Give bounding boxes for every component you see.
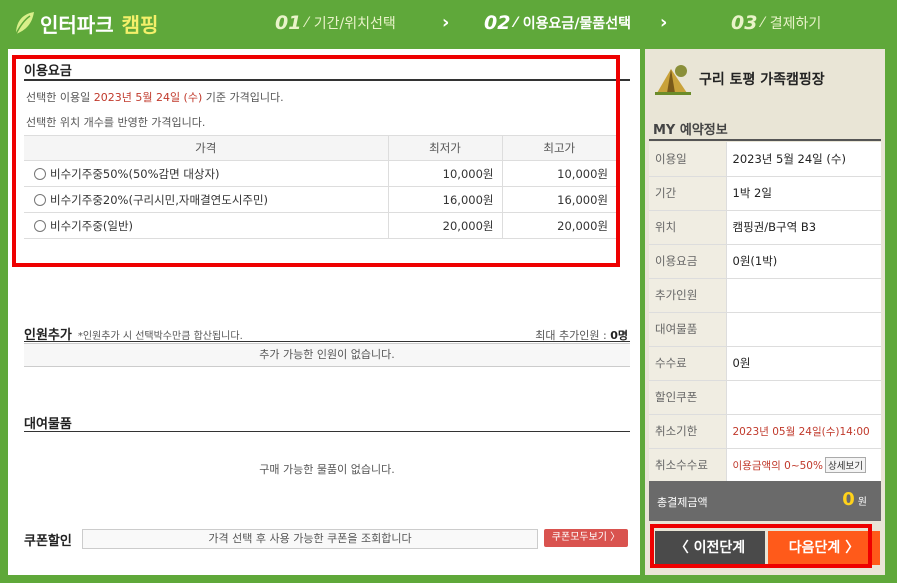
info-label: 할인쿠폰: [649, 380, 726, 415]
tent-icon: [655, 65, 691, 95]
info-label: 기간: [649, 176, 726, 211]
info-label: 취소기한: [649, 414, 726, 449]
step-3-label: 결제하기: [769, 16, 822, 32]
info-value: [725, 278, 881, 313]
info-row-location: 위치 캠핑권/B구역 B3: [649, 210, 881, 245]
info-value: 1박 2일: [725, 176, 881, 211]
info-value-cancel-fee: 이용금액의 0~50% 상세보기: [725, 448, 881, 483]
step-3-num: 03: [731, 12, 758, 34]
total-amount: 0원: [842, 489, 867, 510]
info-row-coupon: 할인쿠폰: [649, 380, 881, 415]
reservation-info-table: 이용일 2023년 5월 24일 (수) 기간 1박 2일 위치 캠핑권/B구역 B3…: [649, 142, 881, 483]
step-1: 01 ⁄ 기간/위치선택: [275, 12, 396, 34]
leaf-icon: [15, 12, 34, 35]
total-value: 0: [842, 489, 855, 510]
header-bar: 인터파크 캠핑 01 ⁄ 기간/위치선택 › 02 ⁄ 이용요금/물품선택 › 03…: [0, 0, 897, 46]
step-3: 03 ⁄ 결제하기: [731, 12, 822, 34]
info-row-date: 이용일 2023년 5월 24일 (수): [649, 142, 881, 177]
info-label: 수수료: [649, 346, 726, 381]
info-row-extra-people: 추가인원: [649, 278, 881, 313]
info-value: 0원(1박): [725, 244, 881, 279]
my-reservation-title: MY 예약정보: [653, 123, 728, 138]
rental-title: 대여물품: [24, 417, 72, 432]
info-row-cancel-deadline: 취소기한 2023년 05월 24일(수)14:00: [649, 414, 881, 449]
info-row-commission: 수수료 0원: [649, 346, 881, 381]
info-label: 이용일: [649, 142, 726, 177]
info-value: [725, 380, 881, 415]
logo[interactable]: 인터파크 캠핑: [12, 8, 158, 38]
step-1-num: 01: [275, 12, 302, 34]
info-row-period: 기간 1박 2일: [649, 176, 881, 211]
info-label: 추가인원: [649, 278, 726, 313]
step-2: 02 ⁄ 이용요금/물품선택: [484, 12, 631, 34]
view-all-coupons-button[interactable]: 쿠폰모두보기 〉: [544, 529, 628, 547]
info-value: 캠핑권/B구역 B3: [725, 210, 881, 245]
people-divider: [24, 341, 630, 342]
chevron-right-icon: ›: [660, 12, 668, 33]
total-label: 총결제금액: [657, 496, 708, 509]
chevron-right-icon: ›: [442, 12, 450, 33]
logo-sub: 캠핑: [121, 12, 159, 37]
info-value: 0원: [725, 346, 881, 381]
info-row-cancel-fee: 취소수수료 이용금액의 0~50% 상세보기: [649, 448, 881, 483]
logo-text: 인터파크: [40, 12, 114, 37]
info-row-fee: 이용요금 0원(1박): [649, 244, 881, 279]
cancel-fee-text: 이용금액의 0~50%: [732, 460, 823, 472]
reservation-panel: 구리 토평 가족캠핑장 MY 예약정보 이용일 2023년 5월 24일 (수) …: [645, 49, 885, 575]
total-unit: 원: [857, 497, 867, 508]
info-label: 대여물품: [649, 312, 726, 347]
coupon-title: 쿠폰할인: [24, 534, 72, 549]
info-value: 2023년 5월 24일 (수): [725, 142, 881, 177]
total-payment: 총결제금액 0원: [649, 481, 881, 521]
info-value: 2023년 05월 24일(수)14:00: [725, 414, 881, 449]
info-label: 위치: [649, 210, 726, 245]
coupon-field[interactable]: 가격 선택 후 사용 가능한 쿠폰을 조회합니다: [82, 529, 538, 549]
info-row-rental: 대여물품: [649, 312, 881, 347]
step-2-label: 이용요금/물품선택: [522, 16, 631, 32]
highlight-box: [650, 524, 872, 568]
people-empty: 추가 가능한 인원이 없습니다.: [24, 343, 630, 367]
info-label: 이용요금: [649, 244, 726, 279]
my-reservation-divider: [649, 139, 881, 141]
info-label: 취소수수료: [649, 448, 726, 483]
highlight-box: [12, 55, 620, 267]
rental-empty: 구매 가능한 물품이 없습니다.: [24, 432, 630, 510]
step-2-num: 02: [484, 12, 511, 34]
camp-name-label: 구리 토평 가족캠핑장: [699, 72, 825, 88]
camp-name: 구리 토평 가족캠핑장: [655, 63, 825, 95]
detail-button[interactable]: 상세보기: [824, 457, 866, 473]
step-1-label: 기간/위치선택: [313, 16, 396, 32]
info-value: [725, 312, 881, 347]
